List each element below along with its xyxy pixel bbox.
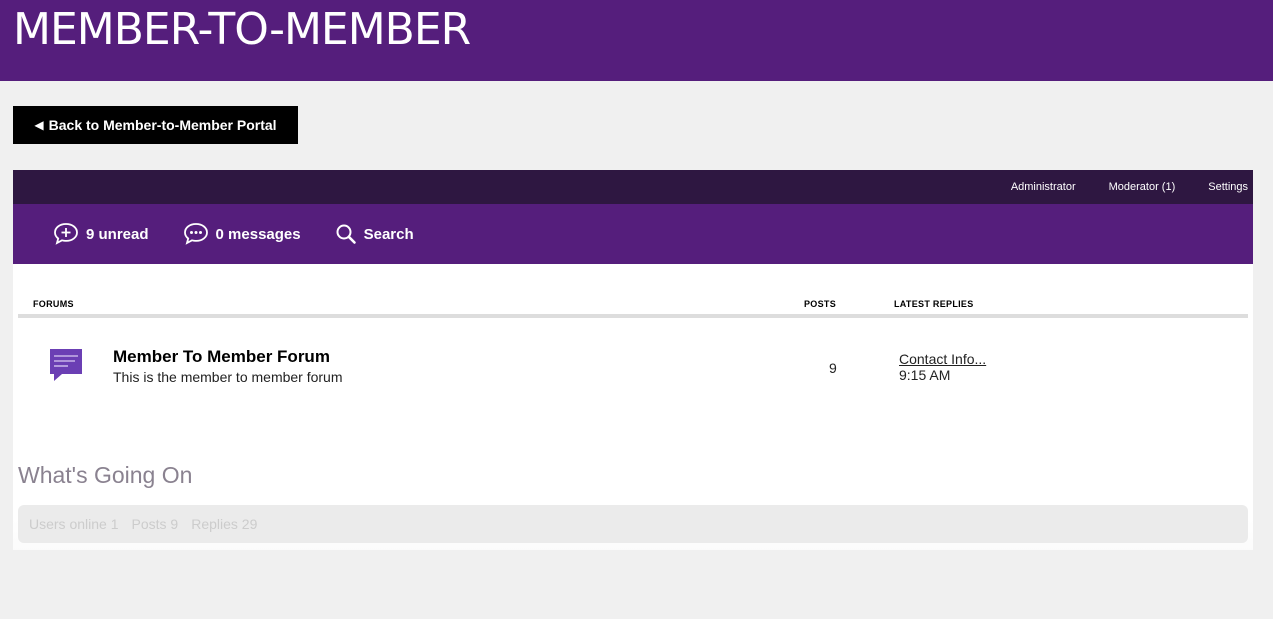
latest-reply-time: 9:15 AM (899, 367, 951, 383)
page-title: MEMBER-TO-MEMBER (13, 4, 471, 55)
forum-table-header: FORUMS POSTS LATEST REPLIES (18, 264, 1248, 318)
new-post-icon (54, 223, 78, 245)
back-arrow-icon: ◀ (34, 118, 44, 132)
forum-stats-bar: Users online 1 Posts 9 Replies 29 (18, 505, 1248, 543)
search-label: Search (363, 225, 414, 243)
forum-description: This is the member to member forum (113, 369, 343, 385)
unread-button[interactable]: 9 unread (53, 222, 149, 246)
whats-going-on-title: What's Going On (18, 462, 193, 488)
administrator-link[interactable]: Administrator (1011, 181, 1076, 193)
posts-stat: Posts 9 (131, 516, 179, 532)
forum-nav-bar: 9 unread 0 messages Search (13, 204, 1253, 264)
forum-widget: Administrator Moderator (1) Settings 9 u… (13, 170, 1253, 550)
unread-label: 9 unread (86, 225, 149, 243)
settings-link[interactable]: Settings (1208, 181, 1248, 193)
forum-top-bar: Administrator Moderator (1) Settings (13, 170, 1253, 204)
chat-bubble-icon (50, 349, 82, 381)
forum-row: Member To Member Forum This is the membe… (18, 318, 1248, 418)
column-header-forums: FORUMS (33, 299, 74, 309)
page-header: MEMBER-TO-MEMBER (0, 0, 1273, 81)
messages-icon (183, 223, 208, 245)
latest-reply-link[interactable]: Contact Info... (899, 351, 986, 367)
messages-label: 0 messages (215, 225, 301, 243)
forum-content: FORUMS POSTS LATEST REPLIES Member To Me… (13, 264, 1253, 550)
search-icon (336, 224, 356, 244)
replies-stat: Replies 29 (191, 516, 258, 532)
column-header-posts: POSTS (804, 299, 837, 309)
users-online-stat: Users online 1 (29, 516, 119, 532)
back-button-label: Back to Member-to-Member Portal (48, 117, 277, 133)
moderator-link[interactable]: Moderator (1) (1109, 181, 1176, 193)
column-header-latest-replies: LATEST REPLIES (894, 299, 974, 309)
forum-post-count: 9 (829, 360, 837, 376)
messages-button[interactable]: 0 messages (183, 222, 301, 246)
back-to-portal-button[interactable]: ◀ Back to Member-to-Member Portal (13, 106, 298, 144)
forum-title-link[interactable]: Member To Member Forum (113, 347, 330, 367)
search-button[interactable]: Search (335, 223, 414, 245)
